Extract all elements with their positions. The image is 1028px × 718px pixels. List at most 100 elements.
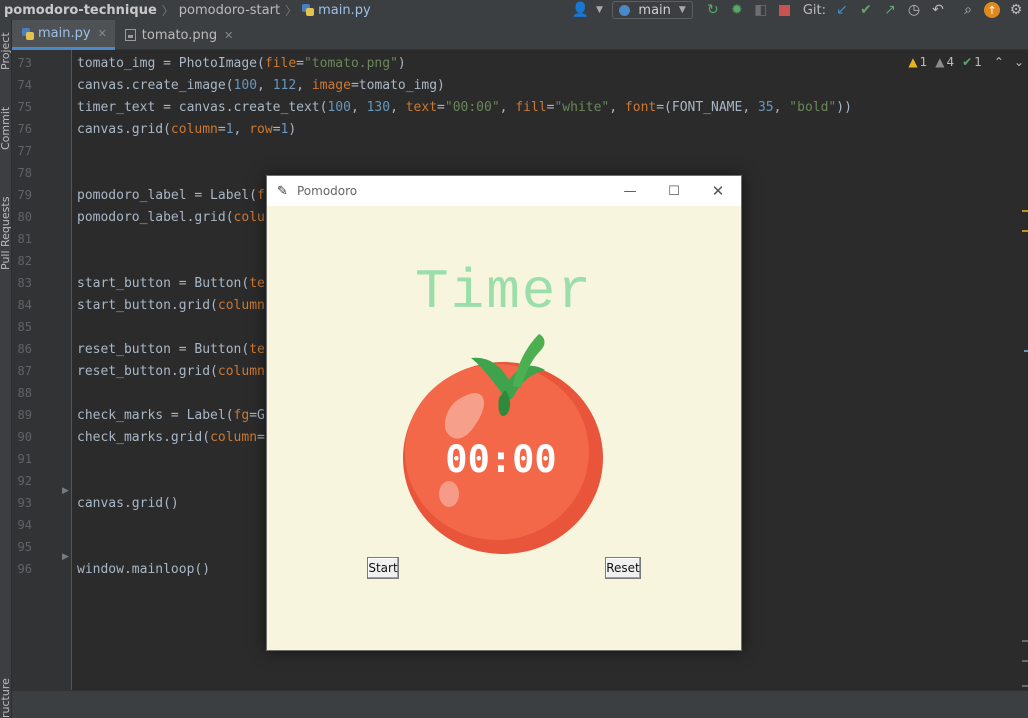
- line-number: 93: [17, 496, 32, 510]
- warning-count: 1: [919, 55, 928, 69]
- tab-label: tomato.png: [141, 27, 218, 43]
- line-number: 89: [17, 408, 32, 422]
- branch-selector[interactable]: main ▼: [612, 1, 693, 19]
- code-token: timer_text = canvas.create_text(: [77, 100, 328, 115]
- error-stripe[interactable]: [1020, 110, 1028, 710]
- close-icon[interactable]: ✕: [224, 29, 233, 42]
- rollback-icon[interactable]: ↶: [928, 0, 948, 20]
- ide-update-icon[interactable]: ↑: [982, 0, 1002, 20]
- typo-icon: ✔: [962, 55, 973, 69]
- line-number: 80: [17, 210, 32, 224]
- code-token: column: [217, 364, 265, 379]
- code-line[interactable]: window.mainloop(): [77, 559, 210, 581]
- weak-warning-count: 4: [946, 55, 955, 69]
- git-update-icon[interactable]: ↙: [832, 0, 852, 20]
- weak-warning-icon: ▲: [935, 55, 945, 69]
- chevron-down-icon[interactable]: ⌄: [1014, 55, 1024, 69]
- maximize-button[interactable]: ☐: [651, 176, 697, 206]
- toolbar-actions: 👤 ▼ main ▼ ↻ ✹ ◧ Git: ↙ ✔ ↗ ◷ ↶ ⌕ ↑ ⚙: [568, 0, 1028, 20]
- code-line[interactable]: canvas.grid(column=1, row=1): [77, 119, 296, 141]
- code-line[interactable]: check_marks.grid(column=: [77, 427, 265, 449]
- code-line[interactable]: canvas.create_image(100, 112, image=toma…: [77, 75, 445, 97]
- tomato-shine-small: [439, 481, 459, 507]
- code-token: tomato_img = PhotoImage(: [77, 56, 265, 71]
- breadcrumb-folder[interactable]: pomodoro-start: [179, 3, 280, 18]
- code-token: canvas.grid(: [77, 122, 171, 137]
- commit-tool-button[interactable]: Commit: [0, 107, 12, 150]
- line-number: 78: [17, 166, 32, 180]
- line-number: 87: [17, 364, 32, 378]
- git-push-icon[interactable]: ↗: [880, 0, 900, 20]
- code-token: reset_button = Button(: [77, 342, 250, 357]
- user-icon[interactable]: 👤: [570, 0, 590, 20]
- fold-icon[interactable]: ▶: [62, 552, 69, 562]
- stop-icon[interactable]: [775, 0, 795, 20]
- code-line[interactable]: timer_text = canvas.create_text(100, 130…: [77, 97, 852, 119]
- code-token: 112: [272, 78, 297, 93]
- line-number: 94: [17, 518, 32, 532]
- timer-heading: Timer: [414, 260, 594, 324]
- typo-count: 1: [974, 55, 982, 69]
- editor-tab-bar: main.py ✕ tomato.png ✕: [12, 20, 1028, 50]
- history-icon[interactable]: ◷: [904, 0, 924, 20]
- reset-button[interactable]: Reset: [605, 557, 641, 579]
- code-token: file: [264, 56, 297, 71]
- code-token: row: [249, 122, 273, 137]
- search-icon[interactable]: ⌕: [958, 0, 978, 20]
- line-number: 76: [17, 122, 32, 136]
- breadcrumb-file[interactable]: main.py: [302, 3, 371, 18]
- code-line[interactable]: reset_button = Button(te: [77, 339, 265, 361]
- minimize-button[interactable]: —: [607, 176, 653, 206]
- code-line[interactable]: check_marks = Label(fg=G: [77, 405, 265, 427]
- line-number: 75: [17, 100, 32, 114]
- code-token: colu: [233, 210, 265, 225]
- code-token: =: [296, 56, 304, 71]
- inspection-widget[interactable]: ▲ 1 ▲ 4 ✔ 1 ⌃ ⌄: [900, 55, 1024, 69]
- fold-icon[interactable]: ▶: [62, 486, 69, 496]
- code-line[interactable]: pomodoro_label.grid(colu: [77, 207, 265, 229]
- code-token: column: [217, 298, 265, 313]
- debug-icon[interactable]: ✹: [727, 0, 747, 20]
- code-token: "00:00": [444, 100, 500, 115]
- code-token: start_button.grid(: [77, 298, 218, 313]
- tab-tomato-png[interactable]: tomato.png ✕: [115, 20, 242, 50]
- chevron-down-icon: ▼: [678, 5, 686, 15]
- tab-main-py[interactable]: main.py ✕: [12, 20, 115, 50]
- code-token: te: [249, 276, 265, 291]
- branch-label: main: [638, 2, 671, 18]
- code-line[interactable]: reset_button.grid(column: [77, 361, 265, 383]
- stop-and-rerun-icon[interactable]: ◧: [751, 0, 771, 20]
- git-commit-icon[interactable]: ✔: [856, 0, 876, 20]
- settings-icon[interactable]: ⚙: [1006, 0, 1026, 20]
- pull-requests-tool-button[interactable]: Pull Requests: [0, 197, 12, 270]
- code-token: =: [217, 122, 226, 137]
- start-button[interactable]: Start: [367, 557, 399, 579]
- code-token: fill: [515, 100, 547, 115]
- breadcrumb-project[interactable]: pomodoro-technique: [0, 3, 157, 18]
- chevron-up-icon[interactable]: ⌃: [994, 55, 1004, 69]
- structure-tool-button[interactable]: ructure: [0, 678, 12, 718]
- warning-icon: ▲: [908, 55, 918, 69]
- breadcrumb-file-label: main.py: [318, 2, 371, 18]
- code-token: te: [249, 342, 265, 357]
- close-icon[interactable]: ✕: [98, 27, 107, 40]
- window-title-bar[interactable]: ✎ Pomodoro — ☐ ✕: [267, 176, 741, 206]
- code-line[interactable]: tomato_img = PhotoImage(file="tomato.png…: [77, 53, 406, 75]
- line-number: 86: [17, 342, 32, 356]
- code-line[interactable]: start_button = Button(te: [77, 273, 265, 295]
- code-line[interactable]: canvas.grid(): [77, 493, 179, 515]
- feather-icon: ✎: [277, 183, 288, 199]
- code-token: image: [311, 78, 351, 93]
- rerun-icon[interactable]: ↻: [703, 0, 723, 20]
- code-token: text: [405, 100, 438, 115]
- close-button[interactable]: ✕: [695, 176, 741, 206]
- chevron-down-icon[interactable]: ▼: [594, 0, 604, 20]
- code-line[interactable]: start_button.grid(column: [77, 295, 265, 317]
- code-token: pomodoro_label = Label(: [77, 188, 258, 203]
- line-number-gutter[interactable]: ▶ ▶ 73 74 75 76 77 78 79 80 81 82 83 84 85 86 87 88 89 90…: [12, 50, 72, 690]
- code-token: "white": [554, 100, 610, 115]
- code-line[interactable]: pomodoro_label = Label(f: [77, 185, 265, 207]
- timer-countdown: 00:00: [445, 438, 557, 481]
- project-tool-button[interactable]: Project: [0, 32, 12, 70]
- code-token: 130: [366, 100, 391, 115]
